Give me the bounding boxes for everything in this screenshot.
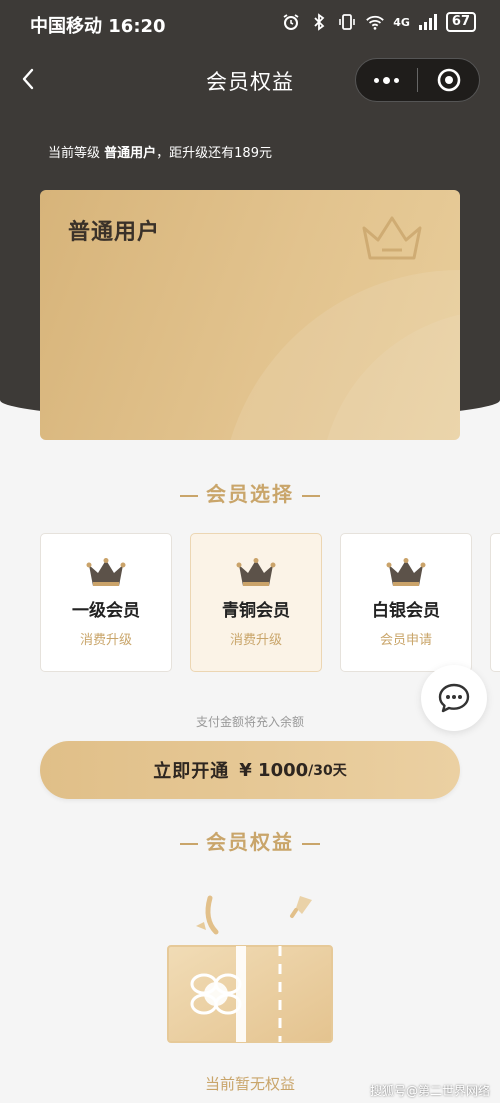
tier-subtitle: 消费升级 [79, 633, 132, 648]
tier-card-next-partial[interactable] [490, 533, 500, 672]
current-level: 普通用户 [104, 146, 157, 161]
tier-card-bronze[interactable]: 青铜会员 消费升级 [190, 533, 322, 672]
card-level-title: 普通用户 [68, 220, 161, 245]
open-membership-button[interactable]: 立即开通 ¥ 1000 /30天 [40, 741, 460, 799]
level-info: 当前等级 普通用户，距升级还有189元 [48, 142, 272, 161]
network-type: 4G [393, 15, 410, 29]
more-menu-button[interactable] [356, 59, 417, 101]
heading-dash [302, 494, 320, 497]
vibrate-icon [339, 14, 356, 30]
wifi-icon [366, 15, 385, 30]
status-bar: 中国移动 16:20 4G 67 [0, 0, 500, 48]
heading-dash [302, 842, 320, 845]
tier-list[interactable]: 一级会员 消费升级 青铜会员 消费升级 白银会员 会员申请 [40, 533, 500, 673]
empty-gift-illustration [167, 895, 333, 1043]
alarm-icon [283, 14, 299, 30]
heading-dash [180, 494, 198, 497]
tier-subtitle: 会员申请 [379, 633, 432, 648]
miniprogram-capsule [355, 58, 480, 102]
status-icons: 4G 67 [281, 12, 476, 32]
nav-bar: 会员权益 [0, 54, 500, 106]
crown-icon [386, 558, 426, 586]
tier-name: 白银会员 [372, 601, 440, 621]
tier-card-level1[interactable]: 一级会员 消费升级 [40, 533, 172, 672]
watermark: 搜狐号@第二世界网络 [369, 1084, 490, 1098]
chat-bubble-icon [438, 683, 470, 713]
tier-name: 青铜会员 [222, 601, 290, 621]
more-dot-icon [394, 77, 399, 83]
crown-icon [86, 558, 126, 586]
benefits-heading: 会员权益 [0, 826, 500, 855]
tier-card-silver[interactable]: 白银会员 会员申请 [340, 533, 472, 672]
open-button-label: 立即开通 [153, 761, 230, 782]
level-prefix: 当前等级 [48, 146, 105, 161]
payment-note: 支付金额将充入余额 [195, 715, 304, 729]
carrier-time: 中国移动 16:20 [30, 16, 166, 37]
price-amount: ¥ 1000 [239, 759, 309, 781]
tier-name: 一级会员 [72, 601, 140, 621]
signal-icon [418, 14, 437, 30]
price-period: /30天 [308, 763, 347, 779]
crown-watermark-icon [362, 216, 422, 260]
more-dot-icon [374, 77, 379, 83]
tier-subtitle: 消费升级 [229, 633, 282, 648]
crown-icon [236, 558, 276, 586]
battery-indicator: 67 [445, 12, 476, 32]
bluetooth-icon [314, 13, 325, 31]
close-miniprogram-button[interactable] [418, 59, 479, 101]
heading-dash [180, 842, 198, 845]
target-circle-icon [437, 68, 460, 92]
member-card: 普通用户 [40, 190, 460, 440]
more-dot-icon [383, 76, 390, 84]
benefits-title: 会员权益 [206, 830, 294, 854]
member-select-title: 会员选择 [206, 482, 294, 506]
member-select-heading: 会员选择 [0, 478, 500, 507]
level-suffix: ，距升级还有189元 [156, 146, 272, 161]
